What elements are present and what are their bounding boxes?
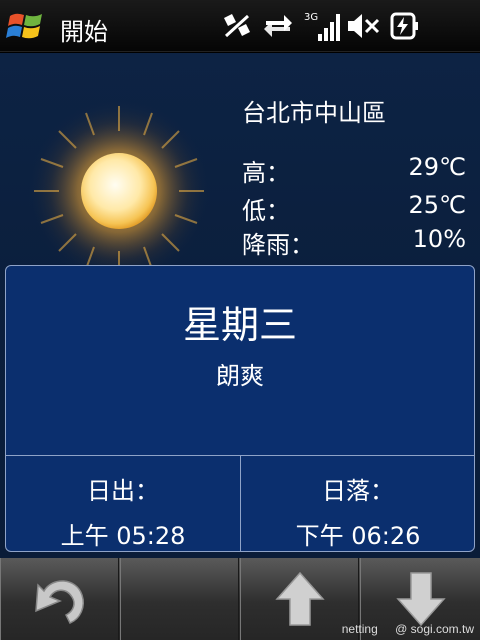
speaker-muted-icon[interactable] [346, 10, 380, 42]
low-temp-row: 低： 25℃ [242, 191, 467, 225]
back-icon [34, 580, 84, 624]
low-label: 低： [242, 197, 290, 225]
3g-signal-icon[interactable]: 3G [304, 10, 340, 42]
low-value: 25℃ [408, 191, 467, 219]
windows-start-icon[interactable] [6, 8, 46, 44]
location-name: 台北市中山區 [242, 99, 386, 127]
back-button[interactable] [0, 558, 119, 640]
sync-arrows-icon[interactable] [262, 10, 294, 42]
status-bar: 開始 3G [0, 0, 480, 52]
sunrise-time: 上午 05:28 [60, 522, 186, 550]
watermark-left: netting [341, 622, 378, 636]
bottom-toolbar: netting @ sogi.com.tw [0, 558, 480, 640]
up-arrow-icon [274, 571, 325, 626]
rain-label: 降雨： [242, 231, 314, 259]
network-label: 3G [304, 12, 318, 23]
sunset-time: 下午 06:26 [295, 522, 421, 550]
battery-charging-icon[interactable] [386, 10, 420, 42]
watermark: netting @ sogi.com.tw [328, 622, 474, 636]
connectivity-icon[interactable] [220, 10, 254, 42]
high-temp-row: 高： 29℃ [242, 153, 467, 187]
down-arrow-icon [395, 572, 446, 627]
day-name: 星期三 [182, 303, 297, 347]
weather-condition: 朗爽 [216, 362, 264, 390]
weather-panel: 台北市中山區 高： 29℃ 低： 25℃ 降雨： 10% 星期三 朗爽 日出： … [0, 53, 480, 558]
high-value: 29℃ [408, 153, 467, 181]
high-label: 高： [242, 159, 290, 187]
watermark-right: @ sogi.com.tw [395, 622, 474, 636]
sunset-label: 日落： [322, 477, 394, 505]
toolbar-empty-button[interactable] [120, 558, 239, 640]
rain-value: 10% [412, 225, 466, 253]
rain-row: 降雨： 10% [242, 225, 466, 259]
start-title[interactable]: 開始 [60, 12, 108, 47]
sunny-icon [27, 99, 211, 281]
day-forecast-card[interactable]: 星期三 朗爽 日出： 上午 05:28 日落： 下午 06:26 [5, 265, 475, 552]
sunrise-label: 日出： [87, 477, 159, 505]
